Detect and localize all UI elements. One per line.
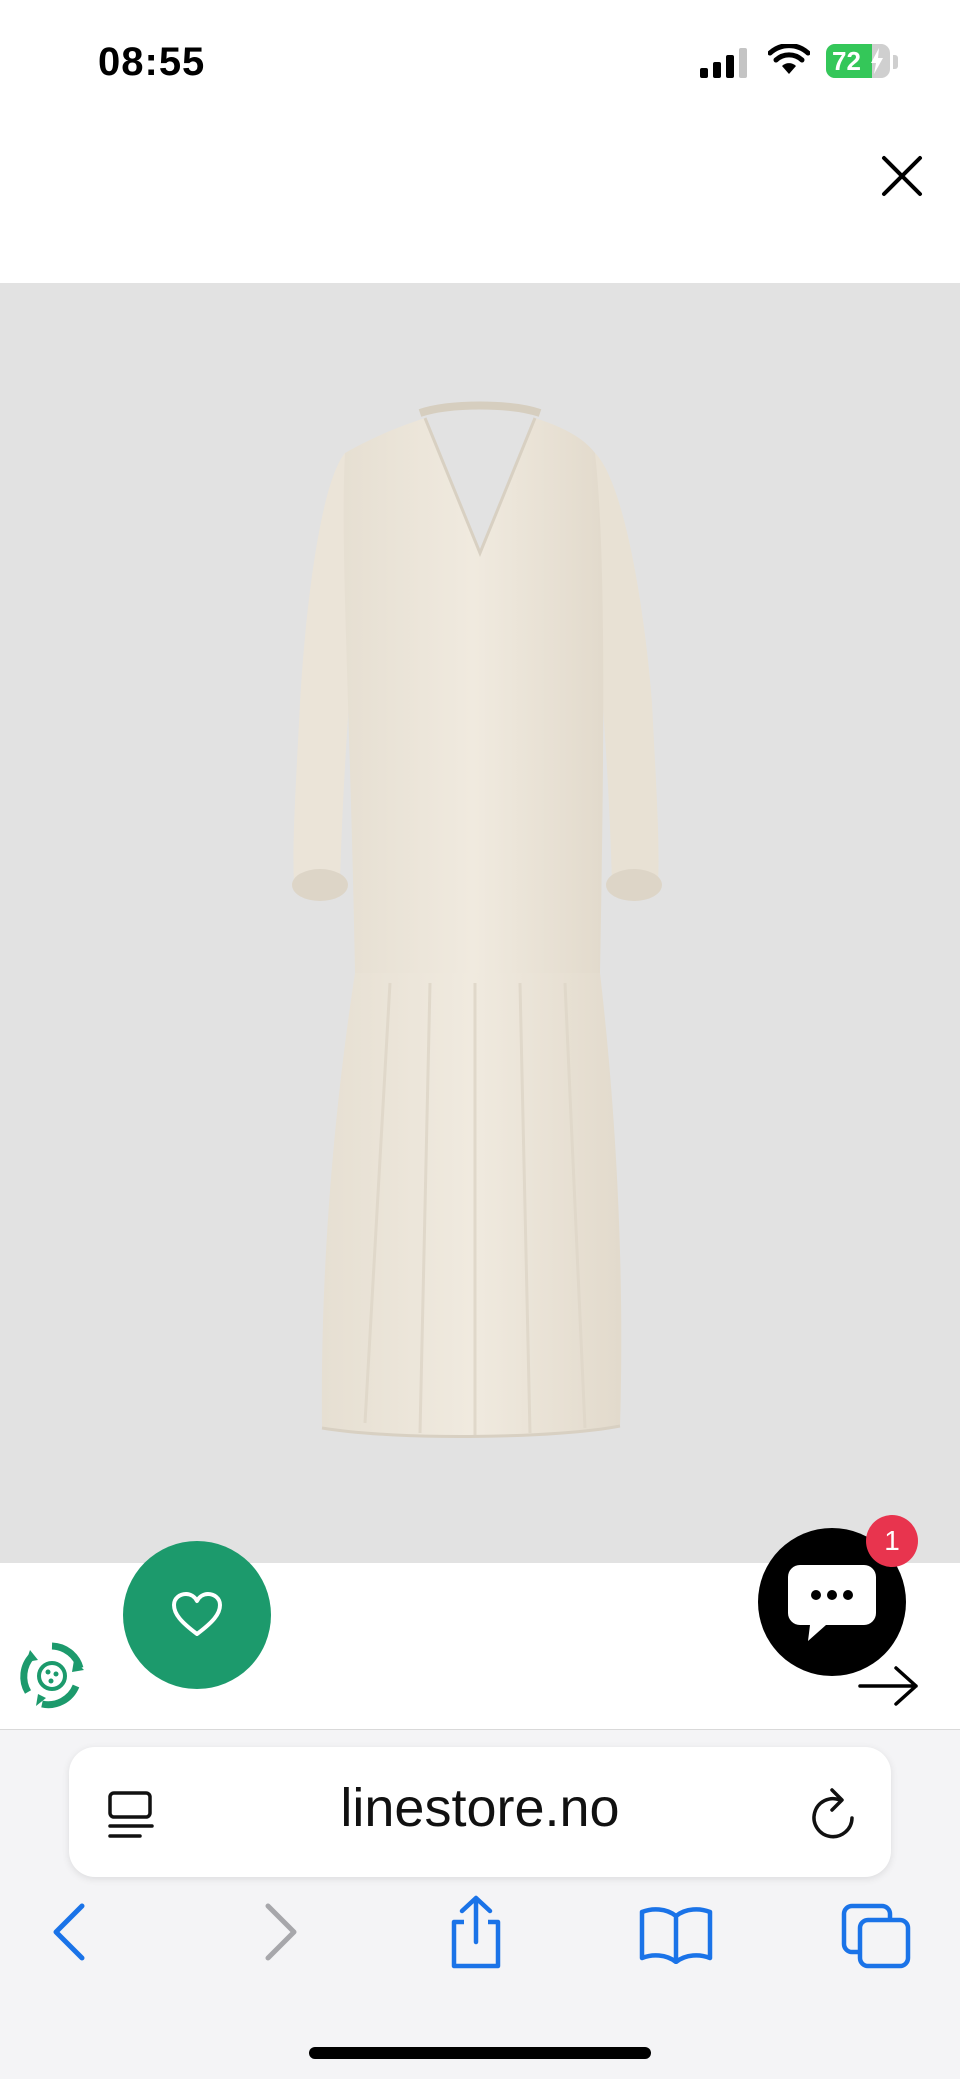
status-bar: 08:55 72: [0, 0, 960, 130]
chat-bubble-icon: [788, 1565, 876, 1641]
battery-cap: [893, 55, 898, 69]
share-icon[interactable]: [446, 1894, 506, 1970]
reload-icon[interactable]: [806, 1784, 862, 1844]
favorite-button[interactable]: [123, 1541, 271, 1689]
home-indicator: [309, 2047, 651, 2059]
close-icon[interactable]: [872, 146, 932, 206]
cream-maxi-dress-photo: [292, 401, 662, 1438]
cellular-signal-icon: [700, 48, 747, 78]
wifi-icon: [768, 44, 810, 74]
chevron-left-icon[interactable]: [48, 1900, 92, 1964]
arrow-right-icon[interactable]: [858, 1664, 920, 1708]
book-icon[interactable]: [638, 1904, 714, 1964]
chat-unread-badge: 1: [866, 1515, 918, 1567]
status-time: 08:55: [98, 40, 206, 84]
product-image[interactable]: [0, 283, 960, 1563]
tabs-icon[interactable]: [840, 1902, 912, 1970]
heart-icon: [172, 1592, 222, 1636]
recycle-eco-icon[interactable]: [16, 1640, 88, 1712]
battery-charging-icon: [871, 48, 883, 74]
battery-indicator: 72: [826, 44, 890, 78]
chevron-right-icon[interactable]: [258, 1900, 302, 1964]
